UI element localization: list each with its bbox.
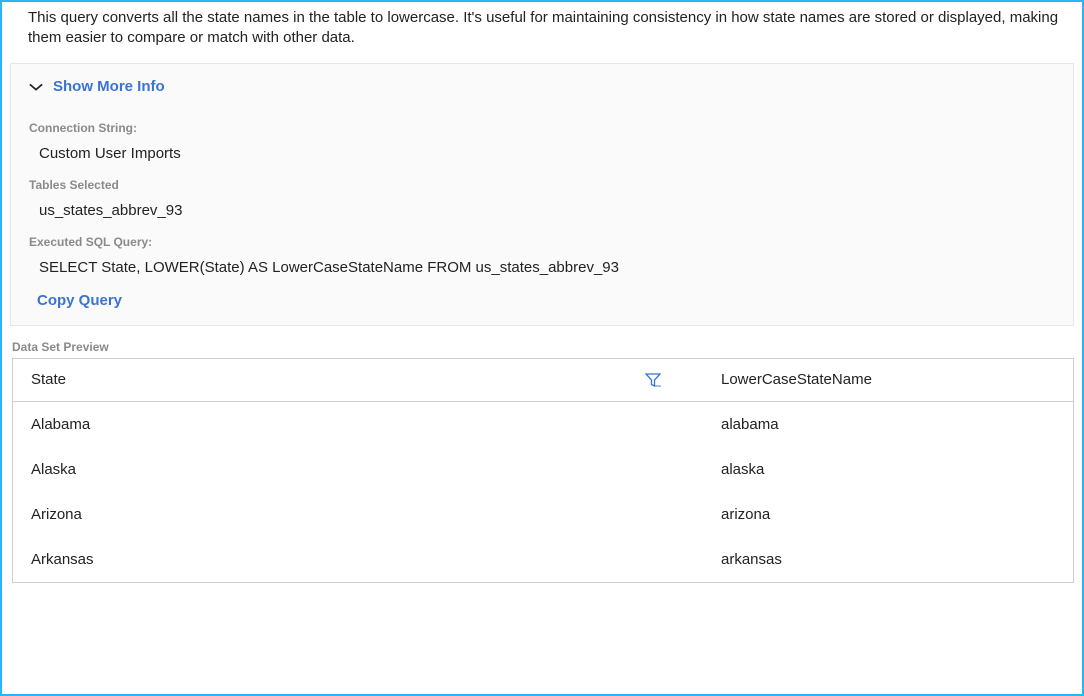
cell-lowercase: arkansas [691,551,1055,568]
copy-query-button[interactable]: Copy Query [37,292,1055,309]
table-row: Alaska alaska [13,447,1073,492]
connection-string-value: Custom User Imports [39,145,1055,162]
filter-icon[interactable] [645,372,661,388]
executed-query-value: SELECT State, LOWER(State) AS LowerCaseS… [39,259,1055,276]
data-set-preview-label: Data Set Preview [12,340,1082,354]
query-description: This query converts all the state names … [2,2,1082,63]
connection-string-label: Connection String: [29,121,1055,135]
column-header-lowercase-label: LowerCaseStateName [721,371,872,388]
tables-selected-value: us_states_abbrev_93 [39,202,1055,219]
column-header-lowercase[interactable]: LowerCaseStateName [691,371,1055,389]
executed-query-label: Executed SQL Query: [29,235,1055,249]
show-more-toggle[interactable]: Show More Info [29,78,1055,95]
info-panel: Show More Info Connection String: Custom… [10,63,1074,326]
cell-state: Alaska [31,461,691,478]
cell-lowercase: alaska [691,461,1055,478]
cell-lowercase: alabama [691,416,1055,433]
cell-state: Arkansas [31,551,691,568]
table-header-row: State LowerCaseStateName [13,359,1073,402]
table-row: Alabama alabama [13,402,1073,447]
tables-selected-label: Tables Selected [29,178,1055,192]
table-row: Arkansas arkansas [13,537,1073,582]
show-more-label: Show More Info [53,78,165,95]
cell-state: Alabama [31,416,691,433]
cell-lowercase: arizona [691,506,1055,523]
column-header-state[interactable]: State [31,371,691,389]
data-set-preview-table: State LowerCaseStateName Alabama alabama [12,358,1074,583]
chevron-down-icon [29,79,43,93]
query-result-panel: This query converts all the state names … [0,0,1084,696]
cell-state: Arizona [31,506,691,523]
column-header-state-label: State [31,371,66,388]
table-row: Arizona arizona [13,492,1073,537]
